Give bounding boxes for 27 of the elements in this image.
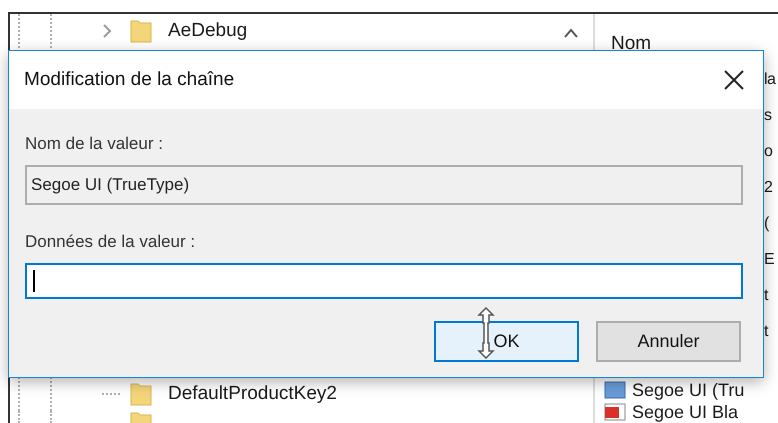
scroll-up-icon[interactable] xyxy=(563,27,579,39)
folder-icon xyxy=(130,382,152,406)
dialog-button[interactable]: Annuler xyxy=(596,321,741,362)
chevron-right-icon[interactable] xyxy=(102,23,112,39)
close-icon[interactable] xyxy=(723,69,745,91)
field-label: Données de la valeur : xyxy=(25,231,196,253)
text-cursor-icon xyxy=(476,307,496,359)
dialog-button[interactable]: OK xyxy=(434,321,579,362)
value-name[interactable]: Segoe UI (Tru xyxy=(632,379,744,401)
dialog-title: Modification de la chaîne xyxy=(24,68,234,92)
value-name[interactable]: ( xyxy=(764,212,769,236)
folder-icon xyxy=(130,19,152,43)
value-name[interactable]: o xyxy=(764,140,772,164)
value-name[interactable]: E xyxy=(764,248,774,272)
value-data-field[interactable] xyxy=(25,263,743,299)
value-name-field: Segoe UI (TrueType) xyxy=(25,165,743,205)
field-label: Nom de la valeur : xyxy=(25,133,164,155)
binary-value-icon xyxy=(604,381,626,399)
value-name[interactable]: la xyxy=(764,68,776,92)
value-name[interactable]: t xyxy=(764,320,768,344)
tree-item[interactable]: DefaultProductKey2 xyxy=(168,380,337,408)
text-caret xyxy=(33,270,35,292)
tree-item[interactable]: AeDebug xyxy=(168,16,248,46)
value-name[interactable]: 2 xyxy=(764,176,772,200)
value-name[interactable]: t xyxy=(764,284,768,308)
value-name[interactable]: Segoe UI Bla xyxy=(632,401,738,423)
value-name[interactable]: s xyxy=(764,104,772,128)
